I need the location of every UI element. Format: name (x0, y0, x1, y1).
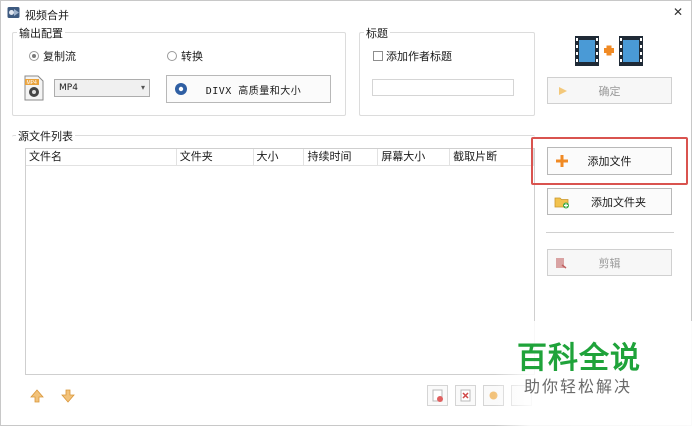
plus-icon (556, 155, 568, 167)
video-merge-window: 视频合并 ✕ 输出配置 复制流 转换 MP4 MP4 ▾ DIVX 高质量和大小… (0, 0, 692, 426)
remove-file-button[interactable] (427, 385, 448, 406)
button-separator (546, 232, 674, 233)
confirm-label: 确定 (598, 84, 621, 98)
radio-copy-label: 复制流 (43, 50, 76, 63)
watermark-title: 百科全说 (517, 341, 641, 376)
column-header-size[interactable]: 大小 (254, 149, 305, 166)
title-bar: 视频合并 ✕ (1, 1, 691, 25)
column-header-filename[interactable]: 文件名 (26, 149, 177, 166)
checkbox-box (373, 51, 383, 61)
add-author-title-label: 添加作者标题 (386, 50, 452, 63)
chevron-down-icon: ▾ (140, 83, 145, 92)
move-up-icon[interactable] (28, 387, 46, 405)
output-config-group: 输出配置 (12, 25, 346, 116)
format-select[interactable]: MP4 ▾ (54, 79, 150, 97)
format-select-value: MP4 (59, 83, 78, 93)
clip-label: 剪辑 (598, 256, 621, 270)
output-config-label: 输出配置 (17, 25, 65, 41)
film-merge-logo-icon (575, 36, 643, 66)
column-header-clip[interactable]: 截取片断 (450, 149, 534, 166)
title-group: 标题 (359, 25, 535, 116)
clear-list-button[interactable] (455, 385, 476, 406)
delete-icon (460, 389, 471, 402)
clip-button[interactable]: 剪辑 (547, 249, 672, 276)
radio-copy-stream[interactable]: 复制流 (29, 48, 76, 64)
add-file-button[interactable]: 添加文件 (547, 147, 672, 175)
radio-dot-unchecked (167, 51, 177, 61)
add-folder-label: 添加文件夹 (591, 195, 646, 209)
column-header-screen-size[interactable]: 屏幕大小 (378, 149, 451, 166)
radio-dot-checked (29, 51, 39, 61)
file-list-header: 文件名 文件夹 大小 持续时间 屏幕大小 截取片断 (26, 149, 534, 166)
window-title: 视频合并 (25, 9, 69, 22)
file-list-table[interactable]: 文件名 文件夹 大小 持续时间 屏幕大小 截取片断 (25, 148, 535, 375)
file-remove-icon (432, 389, 443, 402)
radio-convert[interactable]: 转换 (167, 48, 203, 64)
confirm-arrow-icon (559, 86, 567, 95)
app-icon (7, 7, 20, 18)
quality-button-label: DIVX 高质量和大小 (205, 85, 302, 97)
mp4-icon-text: MP4 (27, 80, 38, 86)
title-text-input[interactable] (372, 79, 514, 96)
divx-disc-icon (175, 83, 187, 95)
column-header-folder[interactable]: 文件夹 (177, 149, 254, 166)
title-group-label: 标题 (364, 25, 390, 41)
confirm-button[interactable]: 确定 (547, 77, 672, 104)
radio-convert-label: 转换 (181, 50, 203, 63)
close-icon[interactable]: ✕ (667, 3, 689, 21)
source-file-label: 源文件列表 (16, 128, 75, 144)
mp4-format-icon: MP4 (24, 75, 44, 101)
folder-add-icon (554, 197, 569, 208)
add-author-title-checkbox[interactable]: 添加作者标题 (373, 48, 452, 64)
add-file-label: 添加文件 (587, 155, 632, 168)
move-down-icon[interactable] (59, 387, 77, 405)
add-folder-button[interactable]: 添加文件夹 (547, 188, 672, 215)
column-header-duration[interactable]: 持续时间 (304, 149, 379, 166)
watermark-subtitle: 助你轻松解决 (524, 377, 633, 396)
quality-button[interactable]: DIVX 高质量和大小 (166, 75, 331, 103)
clip-film-icon (556, 257, 567, 269)
